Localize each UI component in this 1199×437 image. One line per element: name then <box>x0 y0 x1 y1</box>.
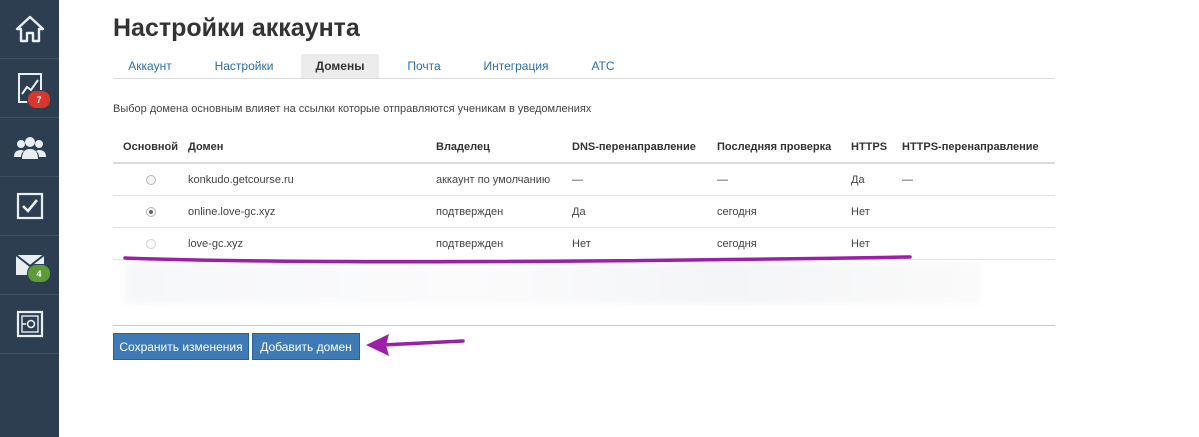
primary-radio[interactable] <box>145 174 156 185</box>
https-status: Да <box>851 163 902 196</box>
domain-owner: подтвержден <box>436 227 572 260</box>
https-status-link[interactable]: Нет <box>851 227 902 260</box>
tab-account[interactable]: Аккаунт <box>113 54 187 78</box>
dns-redirect-status: Нет <box>572 227 717 260</box>
table-row: online.love-gc.xyz подтвержден Да сегодн… <box>113 195 1055 228</box>
column-header-dns-redirect: DNS-перенаправление <box>572 132 717 164</box>
dns-redirect-status: — <box>572 163 717 196</box>
home-icon <box>15 15 44 43</box>
domain-owner: аккаунт по умолчанию <box>436 163 572 196</box>
sidebar-item-users[interactable] <box>0 118 59 177</box>
column-header-primary: Основной <box>113 132 188 164</box>
tab-pbx[interactable]: АТС <box>577 54 629 78</box>
divider <box>113 325 1055 326</box>
https-redirect-status: — <box>902 163 1055 196</box>
save-changes-button[interactable]: Сохранить изменения <box>113 333 249 360</box>
tab-integration[interactable]: Интеграция <box>471 54 561 78</box>
last-check: сегодня <box>717 227 851 260</box>
column-header-owner: Владелец <box>436 132 572 164</box>
domain-link[interactable]: love-gc.xyz <box>188 227 436 260</box>
https-status-link[interactable]: Нет <box>851 195 902 228</box>
domain-name: konkudo.getcourse.ru <box>188 163 436 196</box>
tab-domains[interactable]: Домены <box>301 54 379 78</box>
domain-link[interactable]: online.love-gc.xyz <box>188 195 436 228</box>
users-icon <box>13 137 46 159</box>
column-header-https: HTTPS <box>851 132 902 164</box>
table-row: konkudo.getcourse.ru аккаунт по умолчани… <box>113 163 1055 196</box>
last-check: сегодня <box>717 195 851 228</box>
notification-badge-messages: 4 <box>27 264 51 283</box>
column-header-domain: Домен <box>188 132 436 164</box>
domains-table: Основной Домен Владелец DNS-перенаправле… <box>113 132 1055 260</box>
domain-owner: подтвержден <box>436 195 572 228</box>
column-header-last-check: Последняя проверка <box>717 132 851 164</box>
dns-redirect-status: Да <box>572 195 717 228</box>
sidebar-item-tasks[interactable] <box>0 177 59 236</box>
sidebar-item-statistics[interactable] <box>0 59 59 118</box>
primary-radio-selected[interactable] <box>145 206 156 217</box>
tab-mail[interactable]: Почта <box>393 54 455 78</box>
safe-icon <box>16 310 43 338</box>
annotation-arrow-shaft <box>380 339 465 347</box>
primary-radio[interactable] <box>145 238 156 249</box>
blurred-table-row <box>125 262 980 304</box>
last-check: — <box>717 163 851 196</box>
tab-settings[interactable]: Настройки <box>201 54 287 78</box>
https-redirect-status <box>902 195 1055 228</box>
annotation-arrow-head <box>366 334 389 356</box>
sidebar-item-safe[interactable] <box>0 295 59 354</box>
sidebar-item-home[interactable] <box>0 0 59 59</box>
page-title: Настройки аккаунта <box>113 14 360 42</box>
sidebar: 7 4 <box>0 0 59 437</box>
notification-badge-statistics: 7 <box>27 90 51 109</box>
add-domain-button[interactable]: Добавить домен <box>252 333 360 360</box>
https-redirect-status <box>902 227 1055 260</box>
tasks-checkbox-icon <box>16 192 43 220</box>
column-header-https-redirect: HTTPS-перенаправление <box>902 132 1055 164</box>
tab-bar: Аккаунт Настройки Домены Почта Интеграци… <box>113 54 1055 79</box>
table-row: love-gc.xyz подтвержден Нет сегодня Нет <box>113 227 1055 260</box>
domain-note: Выбор домена основным влияет на ссылки к… <box>113 103 592 115</box>
table-header-row: Основной Домен Владелец DNS-перенаправле… <box>113 132 1055 164</box>
